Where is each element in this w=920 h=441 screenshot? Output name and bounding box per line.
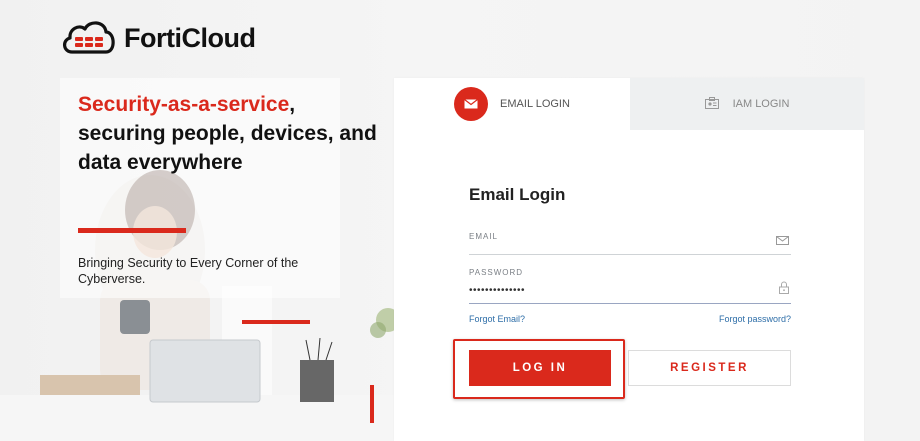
login-tabs: EMAIL LOGIN IAM LOGIN [394,78,864,130]
decor-vertical-bar [370,385,374,423]
hero-tagline: Bringing Security to Every Corner of the… [78,256,299,286]
password-value: •••••••••••••• [469,285,526,296]
tab-iam-login[interactable]: IAM LOGIN [630,78,864,130]
brand-logo[interactable]: FortiCloud [60,18,256,58]
email-field[interactable]: EMAIL [469,232,791,255]
envelope-outline-icon [776,232,789,250]
forgot-email-link[interactable]: Forgot Email? [469,314,525,324]
email-label: EMAIL [469,232,499,241]
headline-accent: Security-as-a-service [78,93,290,116]
password-field[interactable]: PASSWORD •••••••••••••• [469,268,791,304]
tab-label: IAM LOGIN [732,98,790,110]
login-card: EMAIL LOGIN IAM LOGIN Email Login EMAIL [394,78,864,441]
form-title: Email Login [469,185,566,204]
password-label: PASSWORD [469,268,524,277]
lock-icon [779,281,789,299]
id-card-icon [704,96,719,112]
tab-email-login[interactable]: EMAIL LOGIN [394,78,630,130]
headline-divider [78,228,186,233]
login-button[interactable]: LOG IN [469,350,611,386]
envelope-icon [454,87,489,121]
hero-headline: Security-as-a-service, securing people, … [78,90,378,177]
decor-bar [242,320,310,324]
forgot-password-link[interactable]: Forgot password? [719,314,791,324]
tab-label: EMAIL LOGIN [500,98,570,110]
forticloud-logo-icon [60,18,118,58]
register-button[interactable]: REGISTER [628,350,791,386]
brand-name: FortiCloud [124,22,256,53]
